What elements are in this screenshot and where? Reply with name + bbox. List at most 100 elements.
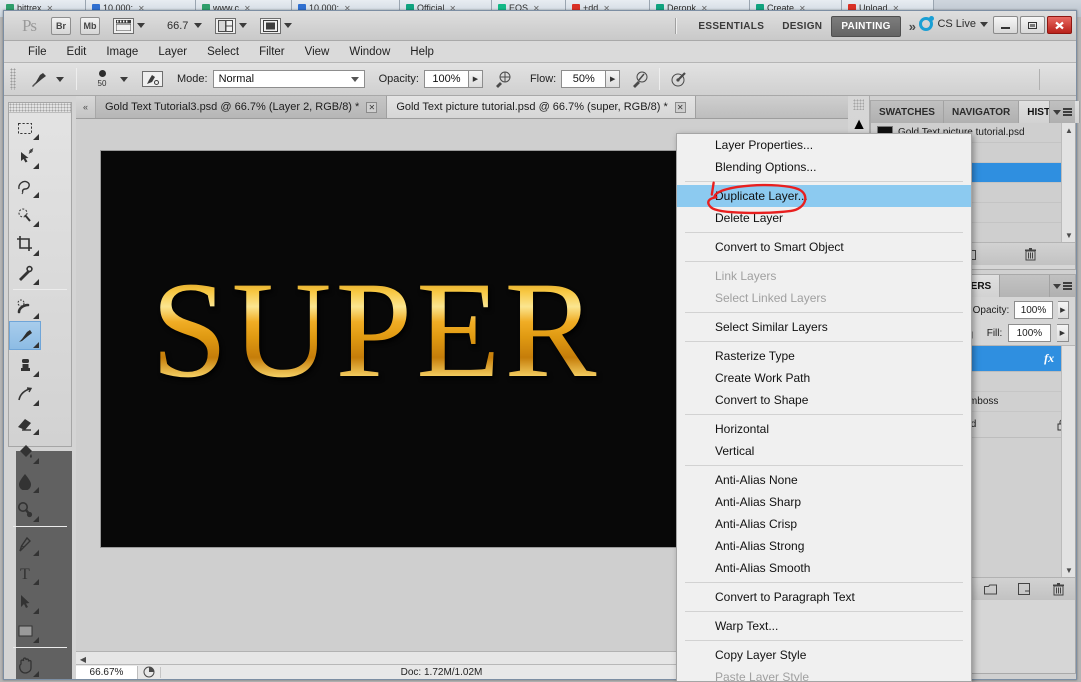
- context-menu-item-delete-layer[interactable]: Delete Layer: [677, 207, 971, 229]
- context-menu-item-convert-to-paragraph-text[interactable]: Convert to Paragraph Text: [677, 586, 971, 608]
- panel-menu-icon[interactable]: [1049, 275, 1075, 297]
- new-group-icon[interactable]: [981, 581, 999, 597]
- tool-move-tool[interactable]: [9, 142, 41, 171]
- document-tab-2[interactable]: Gold Text picture tutorial.psd @ 66.7% (…: [387, 96, 696, 118]
- restore-button[interactable]: [1020, 16, 1045, 34]
- context-menu-item-anti-alias-smooth[interactable]: Anti-Alias Smooth: [677, 557, 971, 579]
- menu-item-help[interactable]: Help: [400, 44, 444, 60]
- tool-gradient-tool[interactable]: [9, 437, 41, 466]
- tool-history-brush-tool[interactable]: [9, 379, 41, 408]
- tool-path-selection-tool[interactable]: [9, 587, 41, 616]
- close-icon[interactable]: ✕: [366, 101, 378, 113]
- tool-horizontal-type-tool[interactable]: T: [9, 558, 41, 587]
- tool-brush-tool[interactable]: [9, 321, 41, 350]
- context-menu-item-anti-alias-none[interactable]: Anti-Alias None: [677, 469, 971, 491]
- tool-hand-tool[interactable]: [9, 650, 41, 679]
- document-canvas[interactable]: SUPER: [101, 151, 701, 547]
- view-extras-button[interactable]: [113, 17, 145, 34]
- launch-bridge-button[interactable]: Br: [51, 16, 71, 35]
- tool-eraser-tool[interactable]: [9, 408, 41, 437]
- brush-panel-icon[interactable]: [142, 71, 163, 87]
- blend-mode-select[interactable]: Normal: [212, 70, 365, 88]
- menu-item-filter[interactable]: Filter: [249, 44, 295, 60]
- context-menu-item-horizontal[interactable]: Horizontal: [677, 418, 971, 440]
- context-menu-item-vertical[interactable]: Vertical: [677, 440, 971, 462]
- tab-swatches[interactable]: SWATCHES: [871, 101, 944, 123]
- tool-blur-tool[interactable]: [9, 466, 41, 495]
- menu-item-edit[interactable]: Edit: [57, 44, 97, 60]
- close-icon[interactable]: ✕: [674, 101, 686, 113]
- layer-context-menu[interactable]: Layer Properties... Blending Options... Du…: [676, 133, 972, 682]
- menu-item-image[interactable]: Image: [96, 44, 148, 60]
- history-scrollbar[interactable]: ▲ ▼: [1061, 123, 1075, 242]
- layers-opacity-input[interactable]: 100%: [1014, 301, 1053, 319]
- context-menu-item-anti-alias-sharp[interactable]: Anti-Alias Sharp: [677, 491, 971, 513]
- flow-stepper[interactable]: ▶: [606, 70, 621, 88]
- current-tool-preset[interactable]: [23, 68, 70, 90]
- context-menu-item-convert-to-smart-object[interactable]: Convert to Smart Object: [677, 236, 971, 258]
- brush-preset-picker[interactable]: 50: [83, 70, 134, 88]
- tool-quick-selection-tool[interactable]: [9, 200, 41, 229]
- toolbox-grip[interactable]: [9, 103, 71, 113]
- menu-item-file[interactable]: File: [18, 44, 57, 60]
- tool-spot-healing-brush-tool[interactable]: [9, 292, 41, 321]
- zoom-level-dropdown[interactable]: 66.7: [167, 20, 203, 32]
- opacity-input[interactable]: 100%: [423, 70, 469, 88]
- menu-item-select[interactable]: Select: [197, 44, 249, 60]
- tool-crop-tool[interactable]: [9, 229, 41, 258]
- screen-mode-button[interactable]: [260, 17, 293, 34]
- tool-clone-stamp-tool[interactable]: [9, 350, 41, 379]
- close-button[interactable]: [1047, 16, 1072, 34]
- tool-dodge-tool[interactable]: [9, 495, 41, 524]
- tablet-pressure-opacity-icon[interactable]: [490, 68, 516, 90]
- scroll-up-icon[interactable]: ▲: [1062, 123, 1076, 137]
- tab-navigator[interactable]: NAVIGATOR: [943, 101, 1020, 123]
- dock-grip[interactable]: [853, 99, 864, 110]
- menu-item-view[interactable]: View: [295, 44, 340, 60]
- panel-menu-icon[interactable]: [1049, 101, 1075, 123]
- context-menu-item-blending-options[interactable]: Blending Options...: [677, 156, 971, 178]
- delete-state-icon[interactable]: [1021, 246, 1039, 262]
- zoom-percent-field[interactable]: 66.67%: [76, 665, 138, 679]
- tablet-pressure-flow-icon[interactable]: [627, 68, 653, 90]
- cs-live-button[interactable]: CS Live: [919, 16, 988, 31]
- tool-eyedropper-tool[interactable]: [9, 258, 41, 287]
- flow-input[interactable]: 50%: [561, 70, 607, 88]
- context-menu-item-create-work-path[interactable]: Create Work Path: [677, 367, 971, 389]
- airbrush-icon[interactable]: [666, 68, 692, 90]
- minimize-button[interactable]: [993, 16, 1018, 34]
- arrange-documents-button[interactable]: [215, 17, 248, 34]
- layers-fill-stepper[interactable]: ▶: [1056, 324, 1070, 342]
- scroll-down-icon[interactable]: ▼: [1062, 228, 1076, 242]
- tool-lasso-tool[interactable]: [9, 171, 41, 200]
- workspace-essentials[interactable]: ESSENTIALS: [689, 17, 773, 36]
- tool-rectangle-tool[interactable]: [9, 616, 41, 645]
- options-bar-grip[interactable]: [10, 68, 16, 90]
- context-menu-item-select-similar-layers[interactable]: Select Similar Layers: [677, 316, 971, 338]
- launch-mini-bridge-button[interactable]: Mb: [80, 16, 100, 35]
- scroll-down-icon[interactable]: ▼: [1062, 563, 1076, 577]
- document-tab-1[interactable]: Gold Text Tutorial3.psd @ 66.7% (Layer 2…: [96, 96, 388, 118]
- layers-fill-input[interactable]: 100%: [1008, 324, 1051, 342]
- layers-scrollbar[interactable]: ▼: [1061, 346, 1075, 577]
- context-menu-item-layer-properties[interactable]: Layer Properties...: [677, 134, 971, 156]
- layer-fx-icon[interactable]: fx: [1044, 351, 1054, 366]
- workspace-painting[interactable]: PAINTING: [831, 15, 901, 37]
- context-menu-item-copy-layer-style[interactable]: Copy Layer Style: [677, 644, 971, 666]
- delete-layer-icon[interactable]: [1049, 581, 1067, 597]
- new-layer-icon[interactable]: [1015, 581, 1033, 597]
- menu-item-layer[interactable]: Layer: [148, 44, 197, 60]
- context-menu-item-anti-alias-crisp[interactable]: Anti-Alias Crisp: [677, 513, 971, 535]
- context-menu-item-anti-alias-strong[interactable]: Anti-Alias Strong: [677, 535, 971, 557]
- collapse-panels-icon[interactable]: «: [76, 96, 96, 118]
- context-menu-item-duplicate-layer[interactable]: Duplicate Layer...: [677, 185, 971, 207]
- layers-opacity-stepper[interactable]: ▶: [1057, 301, 1069, 319]
- workspace-design[interactable]: DESIGN: [773, 17, 831, 36]
- menu-item-window[interactable]: Window: [339, 44, 400, 60]
- opacity-stepper[interactable]: ▶: [468, 70, 483, 88]
- context-menu-item-warp-text[interactable]: Warp Text...: [677, 615, 971, 637]
- document-preview-icon[interactable]: [138, 666, 160, 678]
- tool-pen-tool[interactable]: [9, 529, 41, 558]
- context-menu-item-convert-to-shape[interactable]: Convert to Shape: [677, 389, 971, 411]
- context-menu-item-rasterize-type[interactable]: Rasterize Type: [677, 345, 971, 367]
